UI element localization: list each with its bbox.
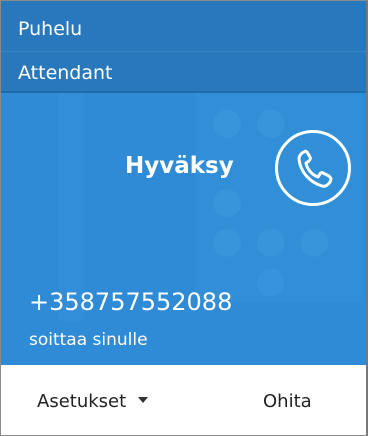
accept-call-button[interactable] [275,130,351,206]
toast-header: Puhelu Attendant [1,1,366,93]
header-app-name: Attendant [18,62,113,84]
header-divider [1,51,366,52]
options-label: Asetukset [37,391,127,412]
phone-icon [297,149,333,188]
toast-footer: Asetukset Ohita [1,365,366,435]
call-panel: Hyväksy +358757552088 soittaa sinulle [1,93,366,365]
accept-button[interactable]: Hyväksy [125,151,234,181]
options-dropdown[interactable]: Asetukset [37,391,149,413]
ignore-button[interactable]: Ohita [263,391,312,413]
caller-number: +358757552088 [29,288,233,316]
header-title: Puhelu [18,18,83,40]
call-status-text: soittaa sinulle [29,330,148,350]
chevron-down-icon [138,397,149,403]
incoming-call-toast: Puhelu Attendant Hyväksy +358757552088 s… [0,0,368,436]
